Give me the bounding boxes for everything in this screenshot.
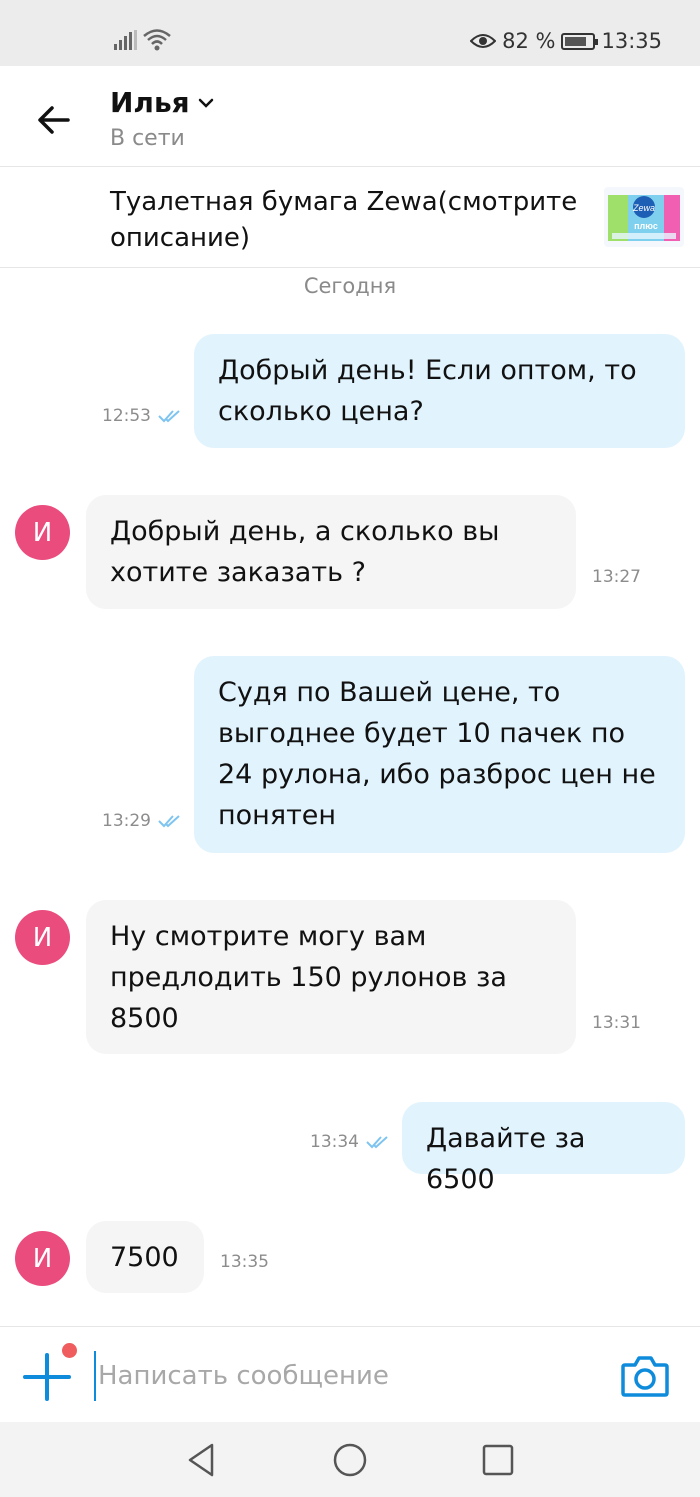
message-text: Давайте за 6500 [426, 1123, 586, 1195]
message-bubble-outgoing[interactable]: Судя по Вашей цене, то выгоднее будет 10… [194, 656, 685, 853]
message-bubble-outgoing[interactable]: Добрый день! Если оптом, то сколько цена… [194, 334, 685, 448]
product-bar[interactable]: Туалетная бумага Zewa(смотрите описание)… [0, 167, 700, 268]
recents-square-icon[interactable] [478, 1440, 518, 1480]
back-arrow-icon[interactable] [30, 94, 78, 142]
avatar[interactable]: И [15, 910, 70, 965]
message-time: 13:27 [592, 567, 641, 587]
message-time: 13:29 [102, 811, 183, 831]
message-text: Судя по Вашей цене, то выгоднее будет 10… [218, 677, 656, 831]
double-check-icon [158, 815, 180, 828]
avatar[interactable]: И [15, 1231, 70, 1286]
chat-header: Илья В сети [0, 66, 700, 167]
product-image: Zewa плюс [604, 187, 684, 247]
avatar-letter: И [32, 922, 53, 953]
message-text: Добрый день! Если оптом, то сколько цена… [218, 355, 637, 427]
thumb-sub: плюс [634, 221, 658, 231]
signal-icon [114, 30, 137, 50]
message-text: Добрый день, а сколько вы хотите заказат… [110, 516, 500, 588]
back-triangle-icon[interactable] [182, 1440, 222, 1480]
message-time-label: 13:29 [102, 811, 151, 831]
product-title: Туалетная бумага Zewa(смотрите описание) [110, 187, 578, 253]
message-time: 13:31 [592, 1013, 641, 1033]
message-time-label: 13:34 [310, 1132, 359, 1152]
battery-icon [561, 32, 599, 50]
message-bubble-incoming[interactable]: Добрый день, а сколько вы хотите заказат… [86, 495, 576, 609]
status-bar: 82 % 13:35 [0, 0, 700, 66]
double-check-icon [366, 1136, 388, 1149]
contact-name[interactable]: Илья [110, 86, 214, 119]
message-composer [0, 1326, 700, 1423]
wifi-icon [143, 29, 171, 51]
message-time-label: 13:35 [220, 1252, 269, 1272]
home-circle-icon[interactable] [330, 1440, 370, 1480]
avatar-letter: И [32, 517, 53, 548]
message-time-label: 13:31 [592, 1013, 641, 1033]
product-thumbnail[interactable]: Zewa плюс [604, 187, 684, 247]
message-time: 12:53 [102, 406, 183, 426]
eye-icon [470, 34, 497, 48]
thumb-brand: Zewa [632, 203, 655, 213]
contact-status: В сети [110, 126, 185, 151]
double-check-icon [158, 410, 180, 423]
message-time-label: 13:27 [592, 567, 641, 587]
contact-name-label: Илья [110, 86, 190, 119]
system-nav-bar [0, 1422, 700, 1497]
battery-percent: 82 % [502, 29, 556, 53]
date-separator: Сегодня [303, 274, 397, 298]
camera-icon[interactable] [620, 1353, 670, 1399]
message-text: Ну смотрите могу вам предлодить 150 руло… [110, 921, 507, 1034]
message-text: 7500 [110, 1242, 179, 1273]
status-right: 82 % 13:35 [470, 26, 662, 56]
battery-fill [565, 36, 587, 46]
message-bubble-outgoing[interactable]: Давайте за 6500 [402, 1102, 685, 1195]
message-bubble-incoming[interactable]: Ну смотрите могу вам предлодить 150 руло… [86, 900, 576, 1054]
avatar-letter: И [32, 1243, 53, 1274]
message-time: 13:34 [310, 1132, 391, 1152]
avatar[interactable]: И [15, 505, 70, 560]
clock: 13:35 [601, 29, 662, 53]
message-bubble-incoming[interactable]: 7500 [86, 1221, 204, 1293]
message-input[interactable] [94, 1351, 600, 1401]
notification-dot [62, 1343, 77, 1358]
message-time: 13:35 [220, 1252, 269, 1272]
chevron-down-icon [198, 98, 213, 108]
plus-icon[interactable] [22, 1352, 72, 1402]
message-time-label: 12:53 [102, 406, 151, 426]
